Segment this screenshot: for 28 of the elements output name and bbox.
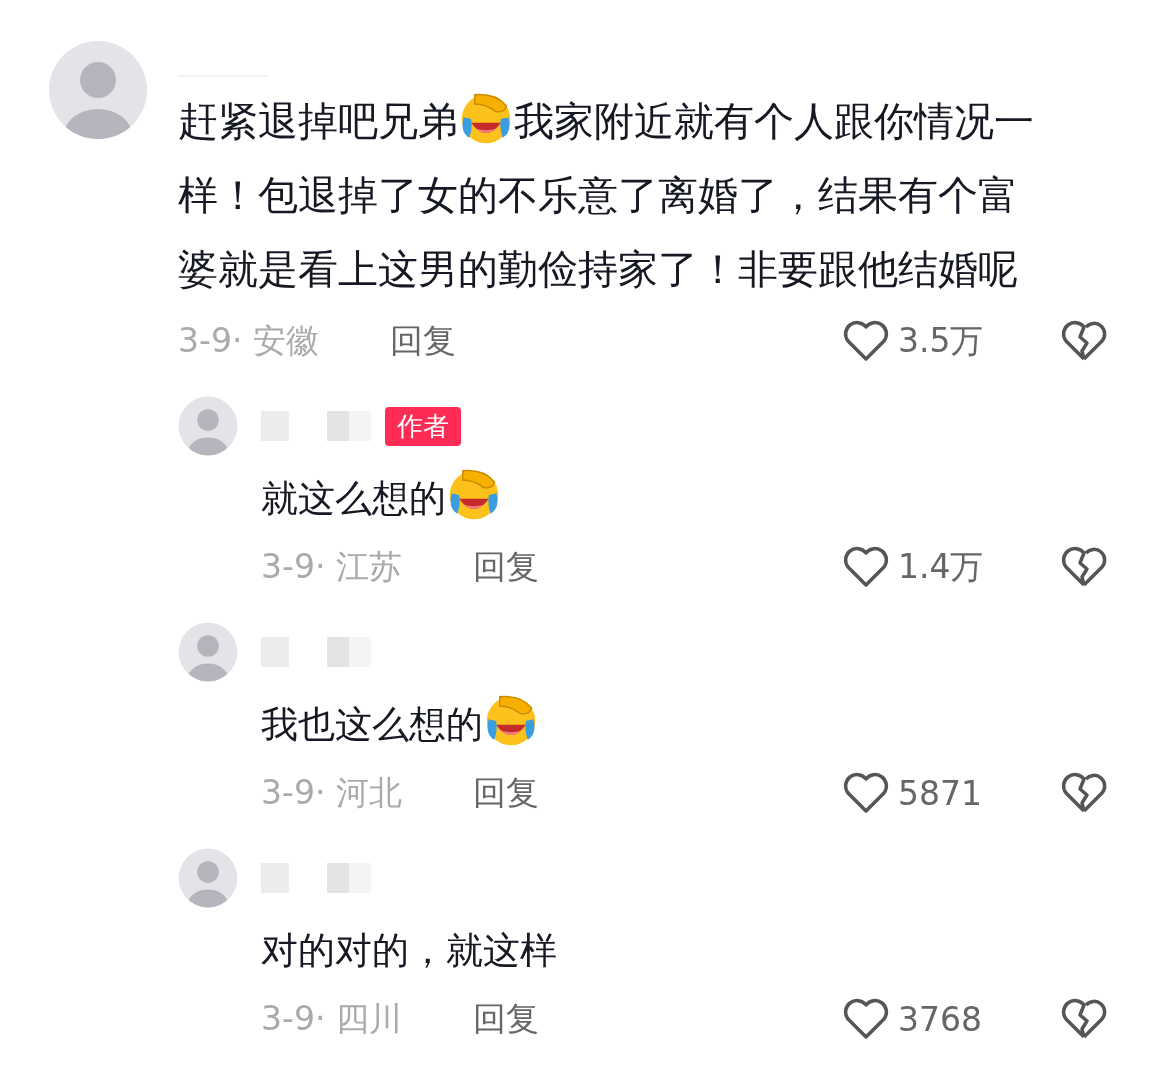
comment-text: 对的对的，就这样 <box>261 929 557 972</box>
like-count: 1.4万 <box>898 545 984 588</box>
broken-heart-icon[interactable] <box>1060 771 1108 815</box>
heart-icon[interactable] <box>842 771 890 815</box>
like-count: 3768 <box>898 999 982 1039</box>
like-count: 3.5万 <box>898 319 984 362</box>
broken-heart-icon[interactable] <box>1060 997 1108 1041</box>
broken-heart-icon[interactable] <box>1060 319 1108 363</box>
author-badge: 作者 <box>385 406 461 446</box>
comment-text: 我家附近就有个人跟你情况一 <box>514 98 1034 144</box>
date-location: 3-9· 四川 <box>261 997 403 1040</box>
date-location: 3-9· 河北 <box>261 771 403 814</box>
reply-link[interactable]: 回复 <box>473 770 539 816</box>
broken-heart-icon[interactable] <box>1060 545 1108 589</box>
reply-link[interactable]: 回复 <box>390 318 456 364</box>
comment-text: 我也这么想的 <box>261 703 483 746</box>
like-count: 5871 <box>898 773 982 813</box>
comment-text: 就这么想的 <box>261 477 446 520</box>
comment-text: 样！包退掉了女的不乐意了离婚了，结果有个富 <box>178 172 1018 218</box>
heart-icon[interactable] <box>842 997 890 1041</box>
heart-icon[interactable] <box>842 319 890 363</box>
comment-text: 婆就是看上这男的勤俭持家了！非要跟他结婚呢 <box>178 246 1018 292</box>
heart-icon[interactable] <box>842 545 890 589</box>
reply-link[interactable]: 回复 <box>473 544 539 590</box>
comment-text: 赶紧退掉吧兄弟 <box>178 98 458 144</box>
date-location: 3-9· 安徽 <box>178 319 320 362</box>
date-location: 3-9· 江苏 <box>261 545 403 588</box>
reply-link[interactable]: 回复 <box>473 996 539 1042</box>
